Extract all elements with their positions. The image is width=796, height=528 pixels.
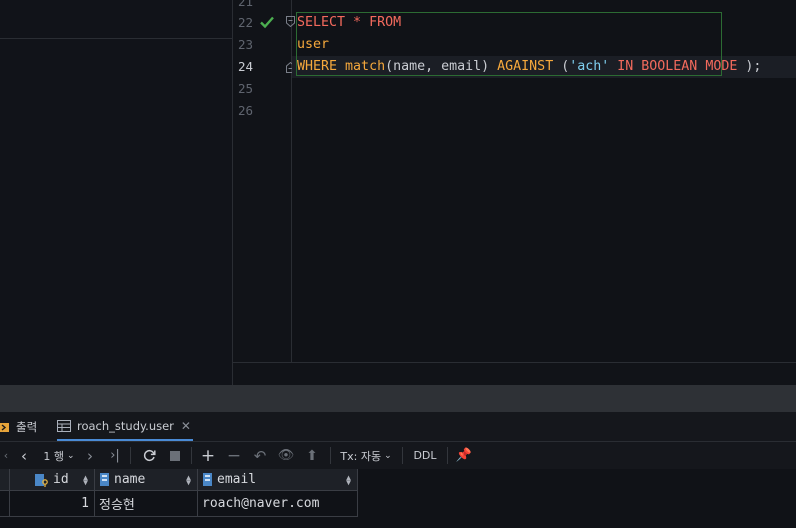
toolbar-separator xyxy=(130,447,131,464)
services-tab-bar: 출력 roach_study.user ✕ xyxy=(0,412,796,442)
left-panel xyxy=(0,0,233,385)
left-panel-divider xyxy=(0,38,232,39)
sort-icon[interactable]: ▲ ▼ xyxy=(83,474,88,487)
toolbar-separator xyxy=(447,447,448,464)
previous-page-icon[interactable]: ‹ xyxy=(16,442,32,469)
line-number: 21 xyxy=(237,0,253,9)
first-page-icon[interactable]: ‹ xyxy=(0,442,12,469)
sort-icon[interactable]: ▲ ▼ xyxy=(186,474,191,487)
preview-pending-button[interactable]: 👁 xyxy=(276,442,296,469)
page-size-dropdown[interactable]: 1 행 ⌄ xyxy=(38,442,80,469)
transaction-mode-dropdown[interactable]: Tx: 자동 ⌄ xyxy=(338,442,394,469)
toolbar-separator xyxy=(402,447,403,464)
code-line-22[interactable]: SELECT * FROM xyxy=(297,12,401,34)
column-header-label: email xyxy=(217,472,257,487)
refresh-icon xyxy=(143,449,156,462)
row-header-corner xyxy=(0,469,10,491)
chevron-down-icon: ⌄ xyxy=(67,450,75,461)
submit-button[interactable]: ⬆ xyxy=(302,442,322,469)
page-size-label: 1 행 xyxy=(43,449,65,463)
star-operator: * xyxy=(345,15,370,30)
stop-icon xyxy=(170,450,180,461)
add-row-button[interactable]: + xyxy=(198,442,218,469)
line-number: 26 xyxy=(237,103,253,118)
column-header-name[interactable]: name ▲ ▼ xyxy=(95,469,198,491)
eye-icon: 👁 xyxy=(277,448,295,463)
check-icon xyxy=(260,16,274,29)
row-header[interactable] xyxy=(0,491,10,517)
chevron-down-icon: ⌄ xyxy=(384,450,392,461)
close-paren-semicolon: ); xyxy=(737,59,762,74)
stop-button[interactable] xyxy=(166,442,184,469)
editor-status-strip xyxy=(233,362,796,386)
column-header-email[interactable]: email ▲ ▼ xyxy=(198,469,358,491)
minus-icon: − xyxy=(226,445,242,466)
panel-splitter[interactable] xyxy=(0,385,796,412)
revert-button[interactable]: ↶ xyxy=(250,442,270,469)
table-name: user xyxy=(297,37,330,52)
toolbar-separator xyxy=(330,447,331,464)
column-header-id[interactable]: id ▲ ▼ xyxy=(10,469,95,491)
tab-output-label: 출력 xyxy=(16,419,38,434)
close-icon[interactable]: ✕ xyxy=(181,419,191,433)
tab-roach-study-user[interactable]: roach_study.user ✕ xyxy=(57,412,193,441)
last-page-icon[interactable]: ›| xyxy=(106,442,124,469)
ddl-button[interactable]: DDL xyxy=(409,442,441,469)
ddl-label: DDL xyxy=(413,449,437,462)
code-line-24[interactable]: WHERE match(name, email) AGAINST ('ach' … xyxy=(297,56,761,78)
column-icon xyxy=(100,473,109,486)
line-number: 25 xyxy=(237,81,253,96)
plus-icon: + xyxy=(200,445,216,466)
keyword-where: WHERE xyxy=(297,59,338,74)
output-icon xyxy=(0,422,9,432)
delete-row-button[interactable]: − xyxy=(224,442,244,469)
cell-email[interactable]: roach@naver.com xyxy=(198,491,358,517)
column-header-label: name xyxy=(114,472,146,487)
result-grid: id ▲ ▼ name ▲ ▼ email ▲ ▼ 1 정승현 roach@naver… xyxy=(0,469,796,528)
column-icon xyxy=(203,473,212,486)
undo-icon: ↶ xyxy=(253,446,267,465)
sql-editor[interactable]: SELECT * FROM user WHERE match(name, ema… xyxy=(292,0,796,362)
toolbar-separator xyxy=(191,447,192,464)
refresh-button[interactable] xyxy=(140,442,158,469)
string-literal: 'ach' xyxy=(569,59,610,74)
keyword-against: AGAINST xyxy=(497,59,554,74)
keyword-boolean-mode: IN BOOLEAN MODE xyxy=(609,59,738,74)
code-line-23[interactable]: user xyxy=(297,34,329,56)
tx-mode-label: Tx: 자동 xyxy=(340,449,382,463)
line-number: 22 xyxy=(237,15,253,30)
arrow-up-icon: ⬆ xyxy=(306,447,318,464)
pin-tab-button[interactable]: 📌 xyxy=(454,442,474,469)
line-number: 23 xyxy=(237,37,253,52)
line-number-current: 24 xyxy=(237,59,253,74)
keyword-select: SELECT xyxy=(297,15,346,30)
next-page-icon[interactable]: › xyxy=(82,442,98,469)
function-match: match xyxy=(345,59,386,74)
match-args: (name, email) xyxy=(385,59,498,74)
result-toolbar: ‹ ‹ 1 행 ⌄ › ›| + − ↶ 👁 ⬆ Tx: 자동 ⌄ DDL 📌 xyxy=(0,442,796,470)
key-column-icon xyxy=(35,474,48,487)
pin-icon: 📌 xyxy=(455,448,473,463)
sort-icon[interactable]: ▲ ▼ xyxy=(346,474,351,487)
open-paren: ( xyxy=(553,59,570,74)
cell-name[interactable]: 정승현 xyxy=(95,491,198,517)
editor-gutter: 21 22 23 24 25 26 xyxy=(233,0,295,362)
keyword-from: FROM xyxy=(369,15,402,30)
cell-id[interactable]: 1 xyxy=(10,491,95,517)
tab-output[interactable]: 출력 xyxy=(0,412,46,441)
table-icon xyxy=(57,419,71,432)
tab-table-label: roach_study.user xyxy=(77,418,174,433)
column-header-label: id xyxy=(53,472,69,487)
